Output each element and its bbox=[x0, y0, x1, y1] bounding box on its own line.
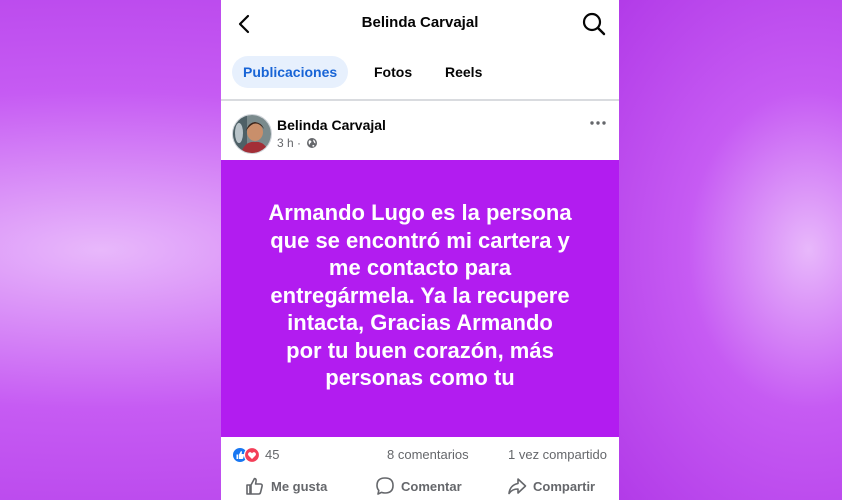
share-button[interactable]: Compartir bbox=[507, 474, 595, 498]
post-text: Armando Lugo es la persona que se encont… bbox=[268, 200, 572, 391]
more-options-button[interactable] bbox=[589, 116, 607, 128]
post-meta: 3 h · bbox=[277, 136, 318, 150]
globe-icon bbox=[307, 138, 318, 148]
shares-count[interactable]: 1 vez compartido bbox=[508, 447, 607, 462]
page-title: Belinda Carvajal bbox=[361, 14, 479, 31]
post-time: 3 h · bbox=[277, 136, 302, 150]
tab-fotos[interactable]: Fotos bbox=[374, 56, 412, 88]
comment-label: Comentar bbox=[401, 478, 462, 494]
share-label: Compartir bbox=[533, 478, 596, 494]
tab-publicaciones[interactable]: Publicaciones bbox=[232, 56, 349, 88]
post-content[interactable]: Armando Lugo es la persona que se encont… bbox=[221, 160, 619, 437]
avatar[interactable] bbox=[232, 114, 272, 154]
search-button[interactable] bbox=[581, 11, 607, 37]
like-button[interactable]: Me gusta bbox=[245, 474, 327, 498]
post-header: Belinda Carvajal 3 h · bbox=[221, 104, 619, 160]
top-bar: Belinda Carvajal bbox=[221, 0, 619, 48]
profile-tabs: Publicaciones Fotos Reels bbox=[221, 54, 619, 90]
tab-reels[interactable]: Reels bbox=[445, 56, 482, 88]
love-reaction-icon bbox=[243, 446, 261, 464]
search-icon bbox=[582, 12, 606, 36]
thumbs-up-icon bbox=[246, 477, 263, 495]
comment-icon bbox=[376, 477, 394, 495]
background-right-panel bbox=[619, 0, 842, 500]
share-icon bbox=[508, 478, 527, 495]
section-divider bbox=[221, 99, 619, 101]
reaction-icons[interactable] bbox=[232, 446, 262, 464]
facebook-app-screen: Belinda Carvajal Publicaciones Fotos Ree… bbox=[221, 0, 619, 500]
like-label: Me gusta bbox=[271, 478, 328, 494]
more-icon bbox=[590, 121, 606, 125]
reaction-count[interactable]: 45 bbox=[265, 447, 279, 462]
comments-count[interactable]: 8 comentarios bbox=[387, 447, 469, 462]
comment-button[interactable]: Comentar bbox=[375, 474, 462, 498]
post-stats: 45 8 comentarios 1 vez compartido bbox=[221, 437, 619, 473]
post-author[interactable]: Belinda Carvajal bbox=[277, 117, 386, 133]
post-actions: Me gusta Comentar Compartir bbox=[221, 472, 619, 500]
